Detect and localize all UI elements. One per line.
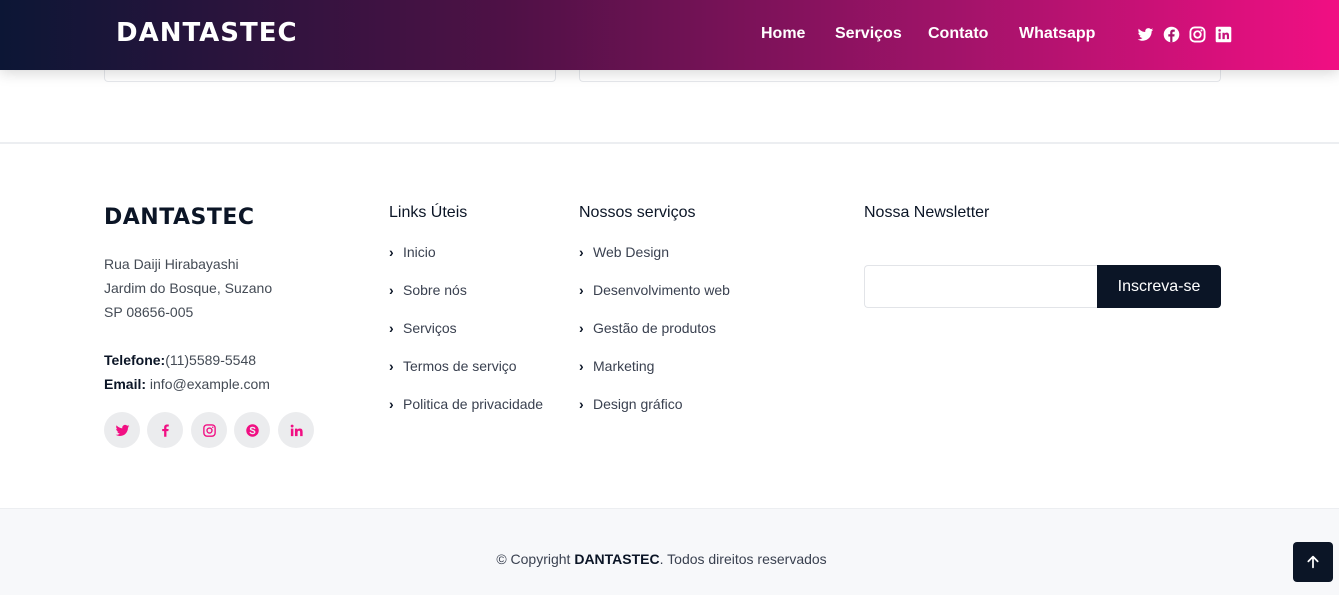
chevron-right-icon: › — [389, 358, 394, 374]
newsletter-email-input[interactable] — [864, 265, 1097, 308]
chevron-right-icon: › — [389, 282, 394, 298]
chevron-right-icon: › — [579, 244, 584, 260]
service-link-web-design[interactable]: › Web Design — [579, 244, 669, 260]
linkedin-icon[interactable] — [1215, 26, 1232, 43]
phone-line: Telefone:(11)5589-5548 — [104, 352, 256, 368]
back-to-top-button[interactable] — [1293, 542, 1333, 582]
email-label: Email: — [104, 376, 147, 392]
chevron-right-icon: › — [579, 396, 584, 412]
copyright-bar: © Copyright DANTASTEC. Todos direitos re… — [0, 508, 1339, 595]
chevron-right-icon: › — [579, 320, 584, 336]
address-line: SP 08656-005 — [104, 304, 194, 320]
service-link-desenvolvimento[interactable]: › Desenvolvimento web — [579, 282, 730, 298]
links-title: Links Úteis — [389, 204, 468, 221]
service-link-design-grafico[interactable]: › Design gráfico — [579, 396, 683, 412]
site-header: DANTASTEC Home Serviços Contato Whatsapp — [0, 0, 1339, 70]
address-line: Rua Daiji Hirabayashi — [104, 256, 239, 272]
twitter-icon[interactable] — [104, 412, 140, 448]
site-logo[interactable]: DANTASTEC — [116, 18, 298, 48]
chevron-right-icon: › — [579, 358, 584, 374]
instagram-icon[interactable] — [1189, 26, 1206, 43]
footer-link-sobre[interactable]: › Sobre nós — [389, 282, 467, 298]
section-divider — [0, 142, 1339, 144]
twitter-icon[interactable] — [1137, 26, 1154, 43]
footer-link-termos[interactable]: › Termos de serviço — [389, 358, 517, 374]
services-title: Nossos serviços — [579, 204, 696, 221]
email-line: Email: info@example.com — [104, 376, 270, 392]
nav-contact-link[interactable]: Contato — [928, 25, 988, 43]
footer-link-servicos[interactable]: › Serviços — [389, 320, 457, 336]
arrow-up-icon — [1307, 555, 1319, 569]
service-link-gestao[interactable]: › Gestão de produtos — [579, 320, 716, 336]
nav-home-link[interactable]: Home — [761, 25, 805, 43]
chevron-right-icon: › — [389, 396, 394, 412]
phone-label: Telefone: — [104, 352, 166, 368]
copyright-brand: DANTASTEC — [574, 551, 660, 567]
address-line: Jardim do Bosque, Suzano — [104, 280, 273, 296]
service-link-marketing[interactable]: › Marketing — [579, 358, 654, 374]
facebook-icon[interactable] — [147, 412, 183, 448]
email-value[interactable]: info@example.com — [150, 376, 270, 392]
facebook-icon[interactable] — [1163, 26, 1180, 43]
phone-value: (11)5589-5548 — [165, 352, 257, 368]
chevron-right-icon: › — [389, 320, 394, 336]
instagram-icon[interactable] — [191, 412, 227, 448]
chevron-right-icon: › — [579, 282, 584, 298]
nav-services-link[interactable]: Serviços — [835, 25, 902, 43]
chevron-right-icon: › — [389, 244, 394, 260]
linkedin-icon[interactable] — [278, 412, 314, 448]
footer-brand: DANTASTEC — [104, 205, 255, 230]
nav-whatsapp-link[interactable]: Whatsapp — [1019, 25, 1095, 43]
copyright-text: © Copyright DANTASTEC. Todos direitos re… — [496, 551, 827, 567]
newsletter-subscribe-button[interactable]: Inscreva-se — [1097, 265, 1221, 308]
footer-link-privacidade[interactable]: › Politica de privacidade — [389, 396, 543, 412]
newsletter-title: Nossa Newsletter — [864, 204, 990, 221]
skype-icon[interactable] — [234, 412, 270, 448]
footer-link-inicio[interactable]: › Inicio — [389, 244, 436, 260]
